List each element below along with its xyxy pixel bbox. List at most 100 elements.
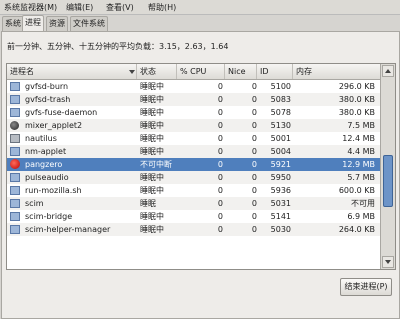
cell-name: nautilus: [25, 134, 57, 143]
cell-mem: 6.9 MB: [347, 212, 375, 221]
menu-help[interactable]: 帮助(H): [148, 2, 176, 13]
cell-status: 睡眠中: [140, 173, 164, 182]
cell-name: mixer_applet2: [25, 121, 83, 130]
tab-processes[interactable]: 进程: [22, 15, 44, 32]
cell-cpu: 0: [217, 160, 223, 169]
column-header-cpu[interactable]: % CPU: [177, 64, 225, 79]
cell-name: gvfs-fuse-daemon: [25, 108, 98, 117]
cell-status: 睡眠中: [140, 108, 164, 117]
column-header-status[interactable]: 状态: [137, 64, 177, 79]
cell-nice: 0: [251, 186, 257, 195]
cell-name: nm-applet: [25, 147, 67, 156]
menubar: 系统监视器(M) 编辑(E) 查看(V) 帮助(H): [0, 0, 400, 15]
cell-mem: 600.0 KB: [338, 186, 375, 195]
cell-nice: 0: [251, 121, 257, 130]
tab-system[interactable]: 系统: [2, 16, 24, 31]
cell-nice: 0: [251, 212, 257, 221]
cell-status: 睡眠: [140, 199, 156, 208]
cell-status: 睡眠中: [140, 225, 164, 234]
tab-filesystems[interactable]: 文件系统: [70, 16, 108, 31]
cell-id: 5130: [270, 121, 291, 130]
cell-cpu: 0: [217, 147, 223, 156]
cell-nice: 0: [251, 134, 257, 143]
arrow-up-icon: [385, 69, 391, 73]
tab-bar: 系统 进程 资源 文件系统: [0, 15, 400, 32]
table-row[interactable]: gvfsd-burn 睡眠中 0 0 5100 296.0 KB: [7, 80, 380, 93]
cell-id: 5030: [270, 225, 291, 234]
cell-status: 睡眠中: [140, 212, 164, 221]
table-row[interactable]: gvfs-fuse-daemon 睡眠中 0 0 5078 380.0 KB: [7, 106, 380, 119]
cell-mem: 380.0 KB: [338, 108, 375, 117]
cell-cpu: 0: [217, 173, 223, 182]
table-row[interactable]: mixer_applet2 睡眠中 0 0 5130 7.5 MB: [7, 119, 380, 132]
process-icon: [10, 225, 20, 234]
cell-cpu: 0: [217, 108, 223, 117]
column-header-id[interactable]: ID: [257, 64, 293, 79]
process-icon: [10, 186, 20, 195]
table-header: 进程名 状态 % CPU Nice ID 内存: [7, 64, 380, 80]
cell-cpu: 0: [217, 134, 223, 143]
cell-cpu: 0: [217, 186, 223, 195]
column-header-memory[interactable]: 内存: [293, 64, 380, 79]
table-row[interactable]: scim-bridge 睡眠中 0 0 5141 6.9 MB: [7, 210, 380, 223]
load-average-label: 前一分钟、五分钟、十五分钟的平均负载：3.15，2.63，1.64: [7, 42, 229, 51]
table-row[interactable]: gvfsd-trash 睡眠中 0 0 5083 380.0 KB: [7, 93, 380, 106]
scroll-down-button[interactable]: [382, 256, 394, 268]
cell-name: gvfsd-trash: [25, 95, 71, 104]
scroll-up-button[interactable]: [382, 65, 394, 77]
cell-nice: 0: [251, 199, 257, 208]
cell-name: gvfsd-burn: [25, 82, 69, 91]
cell-nice: 0: [251, 147, 257, 156]
cell-id: 5004: [270, 147, 291, 156]
cell-name: pangzero: [25, 160, 63, 169]
scroll-thumb[interactable]: [383, 154, 393, 207]
column-header-name-label: 进程名: [10, 67, 34, 76]
table-row[interactable]: pangzero 不可中断 0 0 5921 12.9 MB: [7, 158, 380, 171]
table-row[interactable]: run-mozilla.sh 睡眠中 0 0 5936 600.0 KB: [7, 184, 380, 197]
cell-id: 5141: [270, 212, 291, 221]
menu-edit[interactable]: 编辑(E): [66, 2, 93, 13]
cell-mem: 不可用: [351, 199, 375, 208]
cell-nice: 0: [251, 160, 257, 169]
cell-id: 5936: [270, 186, 291, 195]
cell-mem: 5.7 MB: [347, 173, 375, 182]
cell-nice: 0: [251, 82, 257, 91]
cell-cpu: 0: [217, 121, 223, 130]
tab-resources[interactable]: 资源: [46, 16, 68, 31]
table-row[interactable]: pulseaudio 睡眠中 0 0 5950 5.7 MB: [7, 171, 380, 184]
cell-id: 5100: [270, 82, 291, 91]
process-icon: [10, 199, 20, 208]
process-icon: [10, 121, 19, 130]
cell-status: 睡眠中: [140, 186, 164, 195]
cell-id: 5031: [270, 199, 291, 208]
cell-mem: 380.0 KB: [338, 95, 375, 104]
process-icon: [10, 173, 20, 182]
cell-cpu: 0: [217, 199, 223, 208]
cell-name: pulseaudio: [25, 173, 69, 182]
cell-cpu: 0: [217, 82, 223, 91]
table-row[interactable]: scim-helper-manager 睡眠中 0 0 5030 264.0 KB: [7, 223, 380, 236]
menu-monitor[interactable]: 系统监视器(M): [4, 2, 57, 13]
column-header-name[interactable]: 进程名: [7, 64, 137, 79]
cell-status: 不可中断: [140, 160, 172, 169]
cell-mem: 4.4 MB: [347, 147, 375, 156]
end-process-button[interactable]: 结束进程(P): [340, 278, 392, 296]
sort-descending-icon: [129, 70, 135, 74]
process-icon: [10, 159, 20, 169]
cell-status: 睡眠中: [140, 82, 164, 91]
menu-view[interactable]: 查看(V): [106, 2, 134, 13]
table-row[interactable]: nautilus 睡眠中 0 0 5001 12.4 MB: [7, 132, 380, 145]
cell-name: scim-bridge: [25, 212, 73, 221]
cell-nice: 0: [251, 95, 257, 104]
cell-name: scim: [25, 199, 44, 208]
process-icon: [10, 108, 20, 117]
table-row[interactable]: nm-applet 睡眠中 0 0 5004 4.4 MB: [7, 145, 380, 158]
cell-name: scim-helper-manager: [25, 225, 111, 234]
cell-cpu: 0: [217, 95, 223, 104]
column-header-nice[interactable]: Nice: [225, 64, 257, 79]
vertical-scrollbar[interactable]: [380, 64, 395, 269]
cell-cpu: 0: [217, 212, 223, 221]
cell-cpu: 0: [217, 225, 223, 234]
arrow-down-icon: [385, 260, 391, 264]
table-row[interactable]: scim 睡眠 0 0 5031 不可用: [7, 197, 380, 210]
